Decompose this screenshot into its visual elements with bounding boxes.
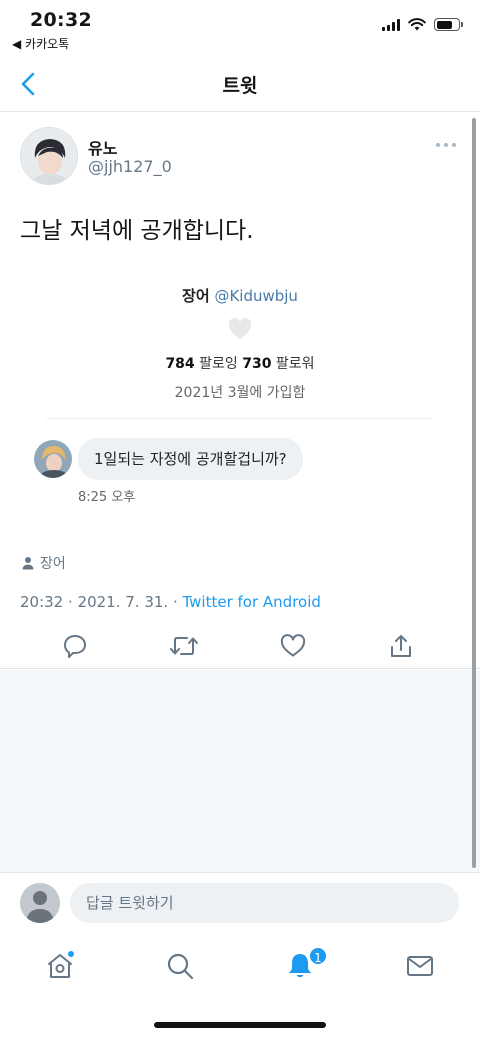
reply-input[interactable] [70,883,459,923]
user-avatar[interactable] [20,883,60,923]
embedded-profile-line: 장어 @Kiduwbju [0,285,480,306]
embedded-joined-date: 2021년 3월에 가입함 [174,385,306,401]
heart-outline-icon [280,634,306,657]
embedded-profile-name: 장어 [182,287,210,305]
tweet-detail: 유노 @jjh127_0 그날 저녁에 공개합니다. 장어 @Kiduwbju … [0,113,480,669]
avatar-image [34,440,72,478]
message-time: 8:25 오후 [78,490,136,505]
status-bar: 20:32 ◀ 카카오톡 [0,0,480,56]
following-count: 784 [165,356,195,372]
more-options-button[interactable] [436,143,456,147]
search-icon [167,953,194,980]
cellular-signal-icon [382,18,400,31]
more-dot-icon [444,143,448,147]
following-label: 팔로잉 [199,356,238,372]
scrollbar[interactable] [472,118,476,868]
tagged-user-name: 장어 [40,556,66,572]
person-icon [22,557,34,570]
notifications-badge: 1 [308,946,328,966]
embedded-follow-stats: 784 팔로잉 730 팔로워 [0,353,480,373]
author-avatar[interactable] [20,127,78,185]
tab-bar: 1 [0,934,480,1039]
wifi-icon [408,18,426,31]
more-dot-icon [436,143,440,147]
share-icon [391,635,411,657]
nav-header: 트윗 [0,56,480,112]
message-sender-avatar [34,440,72,478]
followers-count: 730 [242,356,272,372]
message-bubble: 1일되는 자정에 공개할겁니까? [78,438,303,480]
tweet-text: 그날 저녁에 공개합니다. [20,218,254,244]
tweet-datetime: 20:32 · 2021. 7. 31. · [20,593,183,611]
reply-button[interactable] [58,629,92,663]
author-display-name[interactable]: 유노 [88,135,117,159]
tab-notifications[interactable]: 1 [280,946,328,986]
home-new-dot [67,950,75,958]
share-button[interactable] [384,629,418,663]
status-icons [382,18,463,31]
tweet-actions [0,629,480,663]
battery-icon [434,18,463,31]
more-dot-icon [452,143,456,147]
replies-area [0,670,480,872]
heart-icon [228,318,252,339]
mail-icon [407,956,433,976]
tab-search[interactable] [160,946,200,986]
page-title: 트윗 [222,75,258,97]
retweet-button[interactable] [167,629,201,663]
tagged-user[interactable]: 장어 [22,553,66,573]
status-time: 20:32 [30,9,92,31]
embedded-profile-handle: @Kiduwbju [214,287,298,305]
tab-home[interactable] [40,946,80,986]
like-button[interactable] [276,629,310,663]
author-handle[interactable]: @jjh127_0 [88,157,172,176]
reply-composer [0,872,480,934]
retweet-icon [170,637,198,655]
back-to-app-link[interactable]: ◀ 카카오톡 [12,35,69,52]
followers-label: 팔로워 [275,356,315,372]
tweet-meta: 20:32 · 2021. 7. 31. · Twitter for Andro… [20,593,321,611]
reply-icon [64,635,86,658]
tab-messages[interactable] [400,946,440,986]
embedded-divider [46,418,432,419]
home-indicator[interactable] [154,1022,326,1028]
avatar-image [21,128,77,184]
tweet-source-link[interactable]: Twitter for Android [182,593,320,611]
default-avatar-icon [20,883,60,923]
